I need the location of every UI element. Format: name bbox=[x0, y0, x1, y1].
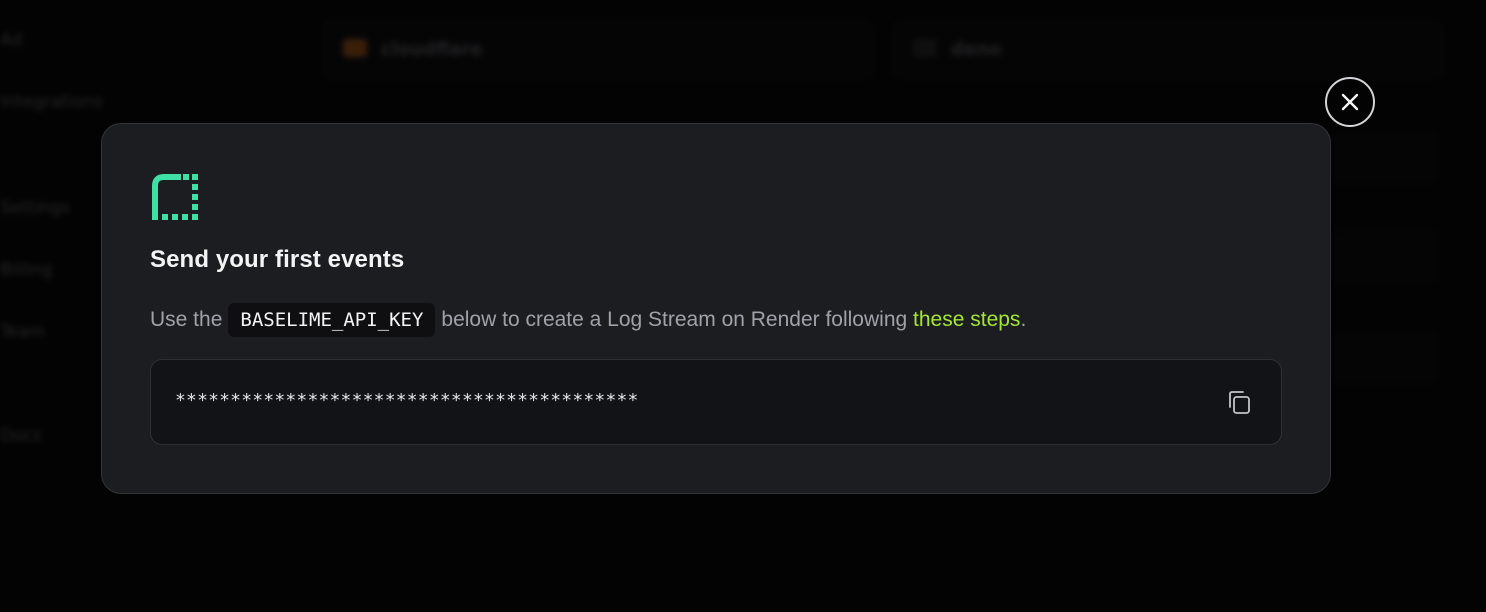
api-key-name-code: BASELIME_API_KEY bbox=[228, 303, 436, 337]
copy-api-key-button[interactable] bbox=[1225, 388, 1253, 416]
api-key-value: ****************************************… bbox=[175, 390, 639, 411]
close-modal-button[interactable] bbox=[1325, 77, 1375, 127]
baselime-logo-icon bbox=[152, 174, 198, 220]
description-middle: below to create a Log Stream on Render f… bbox=[441, 308, 908, 331]
these-steps-link[interactable]: these steps bbox=[913, 308, 1020, 332]
description-prefix: Use the bbox=[150, 308, 223, 331]
close-icon bbox=[1341, 93, 1359, 111]
copy-icon bbox=[1229, 391, 1250, 414]
modal-description: Use the BASELIME_API_KEY below to create… bbox=[150, 300, 1026, 340]
description-suffix: . bbox=[1020, 308, 1027, 331]
api-key-field[interactable]: ****************************************… bbox=[150, 359, 1282, 445]
modal-title: Send your first events bbox=[150, 246, 405, 273]
onboarding-modal: Send your first events Use the BASELIME_… bbox=[101, 123, 1331, 494]
